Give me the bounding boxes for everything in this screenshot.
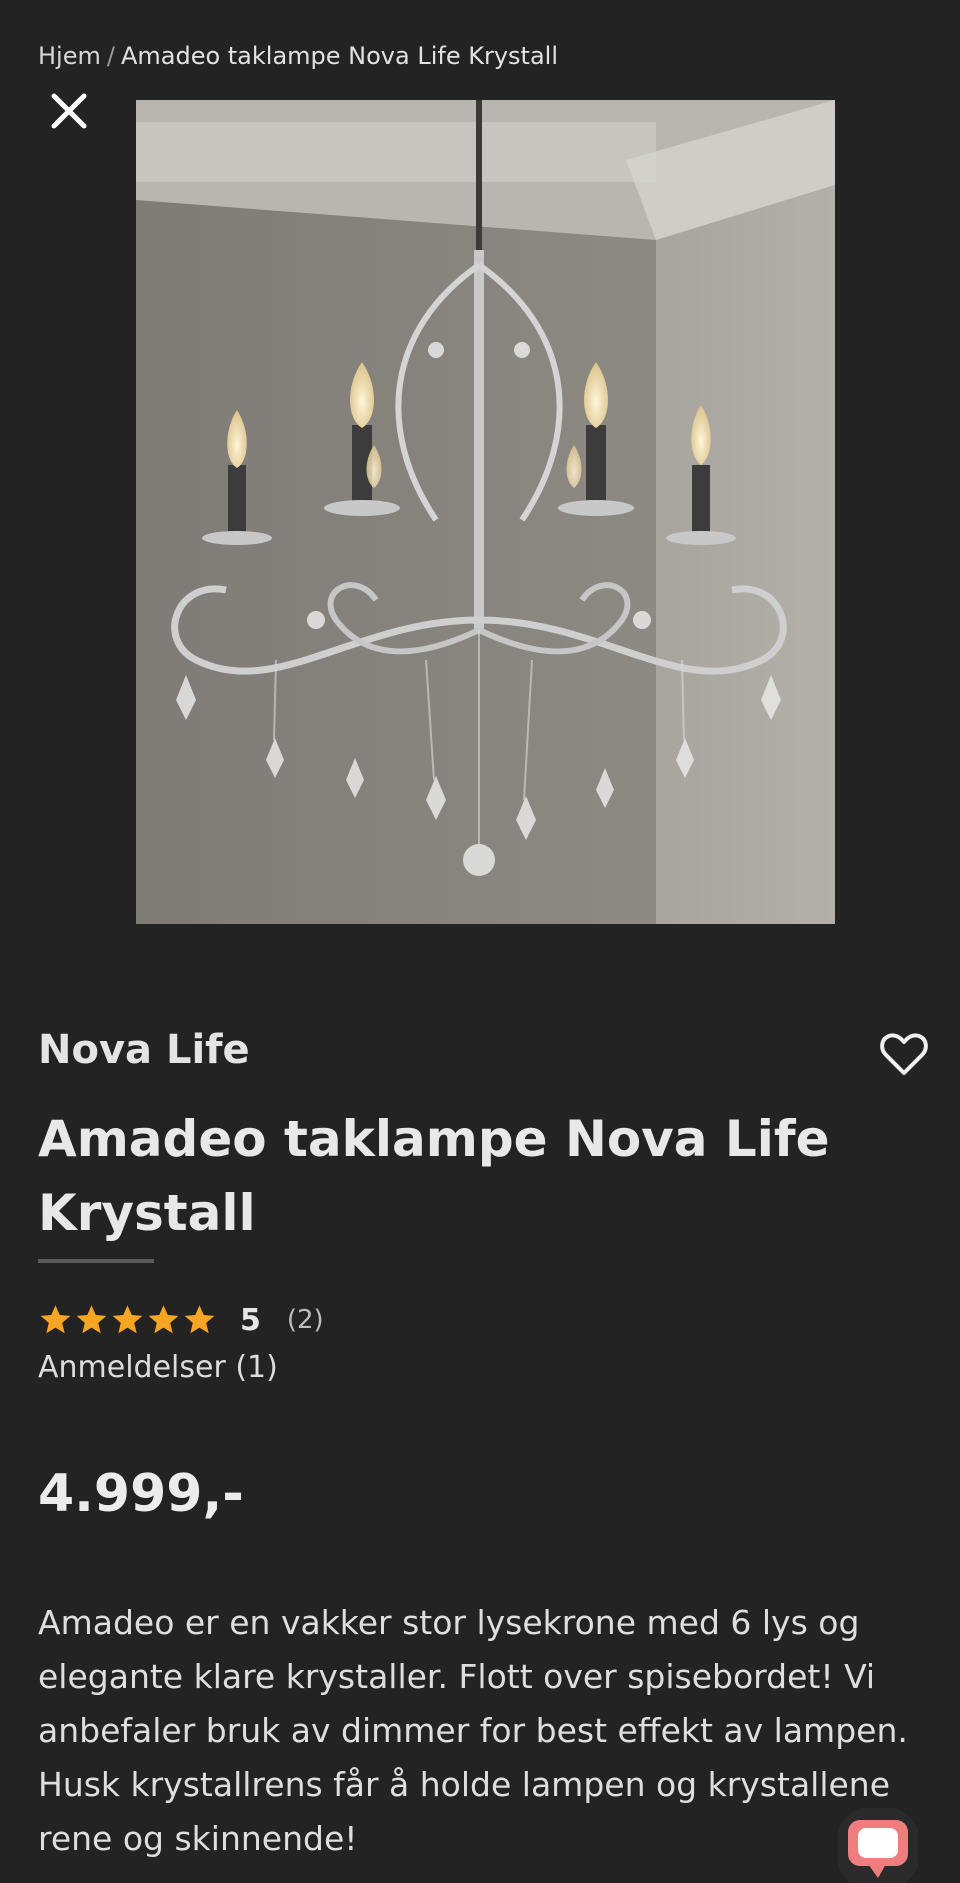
- breadcrumb-separator: /: [106, 42, 115, 70]
- close-button[interactable]: [48, 90, 90, 132]
- star-icon: [184, 1304, 215, 1333]
- product-image[interactable]: [136, 100, 835, 924]
- title-divider: [38, 1259, 154, 1263]
- product-price: 4.999,-: [38, 1464, 244, 1524]
- reviews-link[interactable]: Anmeldelser (1): [38, 1350, 278, 1385]
- star-icon: [76, 1304, 107, 1333]
- breadcrumb-current: Amadeo taklampe Nova Life Krystall: [120, 42, 558, 70]
- product-description: Amadeo er en vakker stor lysekrone med 6…: [38, 1603, 908, 1858]
- product-page: Hjem / Amadeo taklampe Nova Life Krystall: [0, 0, 960, 1883]
- product-brand[interactable]: Nova Life: [38, 1027, 250, 1073]
- product-rating: 5 (2): [38, 1298, 324, 1342]
- chat-button[interactable]: [834, 1804, 922, 1883]
- star-icon: [112, 1304, 143, 1333]
- chat-bubble-icon: [834, 1804, 922, 1883]
- breadcrumb-home-link[interactable]: Hjem: [38, 42, 101, 70]
- breadcrumb: Hjem / Amadeo taklampe Nova Life Krystall: [38, 42, 558, 70]
- rating-stars[interactable]: [38, 1303, 218, 1338]
- favorite-button[interactable]: [876, 1026, 932, 1082]
- rating-count: (2): [286, 1305, 324, 1335]
- chandelier-photo: [136, 100, 835, 924]
- product-title: Amadeo taklampe Nova Life Krystall: [38, 1110, 830, 1242]
- star-icon: [40, 1304, 71, 1333]
- close-icon: [51, 93, 87, 129]
- heart-outline-icon: [880, 1033, 928, 1075]
- star-icon: [148, 1304, 179, 1333]
- rating-score: 5: [240, 1302, 261, 1338]
